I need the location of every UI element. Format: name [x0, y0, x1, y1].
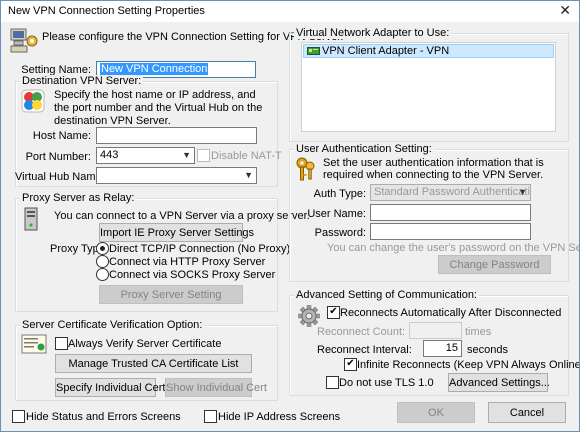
- disable-natt-label: Disable NAT-T: [211, 150, 282, 162]
- certificate-icon: [21, 334, 47, 354]
- times-label: times: [465, 326, 492, 338]
- manage-trusted-ca-button[interactable]: Manage Trusted CA Certificate List: [55, 354, 252, 373]
- host-name-input[interactable]: [96, 127, 257, 144]
- auth-type-value: Standard Password Authentication: [374, 186, 531, 198]
- password-input[interactable]: [370, 223, 531, 240]
- port-number-value: 443: [100, 149, 119, 161]
- infinite-reconnect-checkbox[interactable]: ✔: [344, 358, 357, 371]
- reconnect-interval-label: Reconnect Interval:: [317, 344, 412, 356]
- change-password-button[interactable]: Change Password: [438, 255, 551, 274]
- setting-name-value: New VPN Connection: [100, 63, 209, 75]
- reconnect-auto-checkbox[interactable]: ✔: [327, 306, 340, 319]
- checkmark-icon: ✔: [329, 306, 338, 317]
- infinite-reconnect-label: Infinite Reconnects (Keep VPN Always Onl…: [357, 359, 580, 371]
- hide-status-checkbox[interactable]: [12, 410, 25, 423]
- reconnect-count-input[interactable]: [409, 322, 462, 339]
- keys-icon: [295, 156, 317, 182]
- dialog-window: New VPN Connection Setting Properties ✕ …: [0, 0, 580, 432]
- import-ie-proxy-button[interactable]: Import IE Proxy Server Settings: [99, 223, 254, 242]
- auth-type-select[interactable]: Standard Password Authentication ▼: [370, 184, 531, 201]
- radio-selected-dot: [100, 246, 105, 251]
- checkmark-icon: ✔: [346, 358, 355, 369]
- no-tls-label: Do not use TLS 1.0: [339, 377, 434, 389]
- advanced-settings-button[interactable]: Advanced Settings...: [448, 373, 550, 392]
- password-hint: You can change the user's password on th…: [327, 242, 580, 254]
- computer-settings-icon: [10, 28, 38, 54]
- reconnect-interval-value: 15: [445, 342, 458, 354]
- window-title: New VPN Connection Setting Properties: [8, 5, 205, 17]
- adapter-list[interactable]: VPN Client Adapter - VPN: [301, 42, 556, 132]
- proxy-server-setting-button[interactable]: Proxy Server Setting: [99, 285, 243, 304]
- chevron-down-icon: ▼: [244, 170, 253, 180]
- globe-server-icon: [20, 88, 46, 114]
- auth-description: Set the user authentication information …: [323, 157, 544, 181]
- network-adapter-icon: [307, 46, 320, 56]
- always-verify-label: Always Verify Server Certificate: [68, 338, 222, 350]
- chevron-down-icon: ▼: [182, 150, 191, 160]
- always-verify-checkbox[interactable]: [55, 337, 68, 350]
- proxy-option-http: Connect via HTTP Proxy Server: [109, 256, 266, 268]
- virtual-hub-label: Virtual Hub Name:: [15, 171, 105, 183]
- virtual-hub-select[interactable]: ▼: [96, 167, 257, 184]
- proxy-option-direct: Direct TCP/IP Connection (No Proxy): [109, 243, 291, 255]
- host-name-label: Host Name:: [32, 130, 91, 142]
- title-bar: New VPN Connection Setting Properties ✕: [1, 1, 579, 22]
- hide-ip-label: Hide IP Address Screens: [218, 411, 341, 423]
- proxy-radio-http[interactable]: [96, 255, 109, 268]
- no-tls-checkbox[interactable]: [326, 376, 339, 389]
- chevron-down-icon: ▼: [518, 187, 527, 197]
- proxy-radio-direct[interactable]: [96, 242, 109, 255]
- destination-group-label: Destination VPN Server:: [20, 75, 144, 87]
- certificate-group-label: Server Certificate Verification Option:: [20, 319, 205, 331]
- password-label: Password:: [314, 227, 366, 239]
- destination-description: Specify the host name or IP address, and…: [54, 89, 263, 127]
- hide-status-label: Hide Status and Errors Screens: [26, 411, 181, 423]
- adapter-item-label: VPN Client Adapter - VPN: [322, 45, 450, 57]
- disable-natt-checkbox[interactable]: [197, 149, 210, 162]
- show-individual-cert-button[interactable]: Show Individual Cert: [165, 378, 267, 397]
- proxy-option-socks: Connect via SOCKS Proxy Server: [109, 269, 276, 281]
- hide-ip-checkbox[interactable]: [204, 410, 217, 423]
- auth-type-label: Auth Type:: [313, 188, 366, 200]
- username-input[interactable]: [370, 204, 531, 221]
- advanced-group-label: Advanced Setting of Communication:: [294, 289, 479, 301]
- server-tower-icon: [23, 207, 39, 231]
- proxy-group-label: Proxy Server as Relay:: [20, 192, 137, 204]
- port-number-label: Port Number:: [25, 151, 91, 163]
- specify-individual-cert-button[interactable]: Specify Individual Cert: [55, 378, 165, 397]
- close-icon[interactable]: ✕: [559, 3, 571, 17]
- ok-button[interactable]: OK: [397, 402, 475, 423]
- reconnect-interval-input[interactable]: 15: [423, 340, 462, 357]
- username-label: User Name:: [307, 208, 366, 220]
- port-number-select[interactable]: 443 ▼: [96, 147, 195, 164]
- gear-icon: [298, 305, 320, 327]
- proxy-radio-socks[interactable]: [96, 268, 109, 281]
- proxy-description: You can connect to a VPN Server via a pr…: [54, 210, 310, 222]
- reconnect-auto-label: Reconnects Automatically After Disconnec…: [340, 307, 562, 319]
- adapter-list-item[interactable]: VPN Client Adapter - VPN: [303, 44, 554, 58]
- reconnect-count-label: Reconnect Count:: [317, 326, 406, 338]
- seconds-label: seconds: [467, 344, 508, 356]
- cancel-button[interactable]: Cancel: [488, 402, 566, 423]
- auth-group-label: User Authentication Setting:: [294, 143, 434, 155]
- adapter-group-label: Virtual Network Adapter to Use:: [294, 27, 452, 39]
